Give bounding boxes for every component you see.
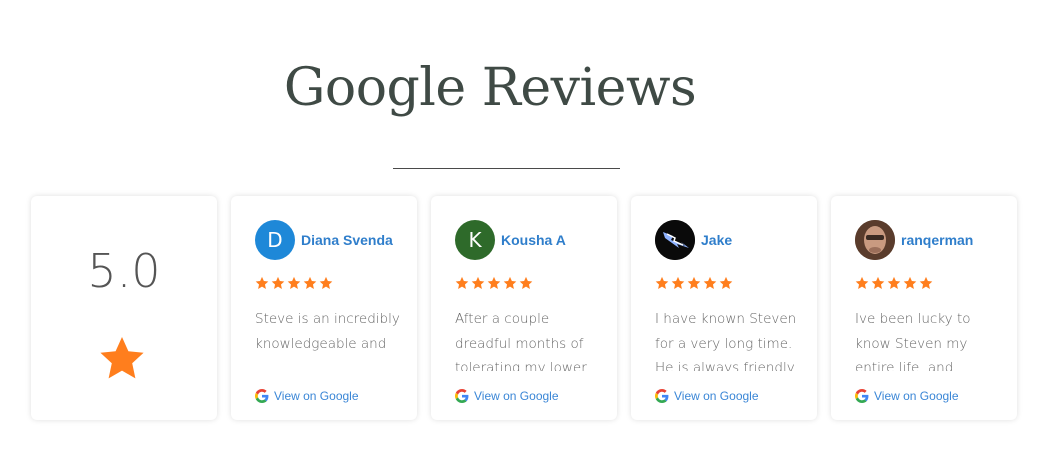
google-icon [455, 389, 469, 403]
google-icon [855, 389, 869, 403]
view-on-google-label[interactable]: View on Google [274, 389, 359, 403]
view-on-google-link[interactable]: View on Google [855, 389, 959, 403]
star-icon [471, 276, 485, 289]
google-icon [655, 389, 669, 403]
view-on-google-link[interactable]: View on Google [255, 389, 359, 403]
star-icon [487, 276, 501, 289]
star-icon [303, 276, 317, 289]
star-rating [655, 276, 733, 290]
reviewer-name[interactable]: Kousha A [501, 232, 566, 248]
avatar-photo [655, 220, 695, 260]
avatar[interactable] [655, 220, 695, 260]
star-icon [719, 276, 733, 289]
review-card: ranqerman Ive been lucky to know Steven … [831, 196, 1017, 420]
view-on-google-link[interactable]: View on Google [455, 389, 559, 403]
avatar[interactable] [855, 220, 895, 260]
reviewer-name[interactable]: ranqerman [901, 232, 973, 248]
view-on-google-label[interactable]: View on Google [674, 389, 759, 403]
avatar[interactable]: K [455, 220, 495, 260]
star-icon [919, 276, 933, 289]
star-icon [519, 276, 533, 289]
star-icon [287, 276, 301, 289]
rating-summary-card: 5.0 [31, 196, 217, 420]
star-rating [255, 276, 333, 290]
review-text: I have known Steven for a very long time… [655, 311, 797, 371]
avatar-letter: D [267, 228, 283, 252]
star-icon [503, 276, 517, 289]
star-icon [703, 276, 717, 289]
star-icon [319, 276, 333, 289]
avatar-letter: K [468, 228, 482, 252]
view-on-google-label[interactable]: View on Google [874, 389, 959, 403]
review-card: D Diana Svenda Steve is an incredibly kn… [231, 196, 417, 420]
star-icon [271, 276, 285, 289]
review-card: K Kousha A After a couple dreadful month… [431, 196, 617, 420]
star-icon [903, 276, 917, 289]
review-text: Steve is an incredibly knowledgeable and [255, 311, 400, 352]
star-icon [871, 276, 885, 289]
avatar[interactable]: D [255, 220, 295, 260]
title-divider [393, 168, 620, 169]
star-icon [100, 337, 144, 379]
page-title: Google Reviews [283, 58, 697, 118]
star-rating [855, 276, 933, 290]
overall-rating: 5.0 [87, 244, 161, 298]
review-card: Jake I have known Steven for a very long… [631, 196, 817, 420]
view-on-google-link[interactable]: View on Google [655, 389, 759, 403]
star-icon [655, 276, 669, 289]
reviewer-name[interactable]: Jake [701, 232, 732, 248]
star-rating [455, 276, 533, 290]
review-text: Ive been lucky to know Steven my entire … [855, 311, 971, 371]
star-icon [887, 276, 901, 289]
view-on-google-label[interactable]: View on Google [474, 389, 559, 403]
google-icon [255, 389, 269, 403]
star-icon [455, 276, 469, 289]
reviewer-name[interactable]: Diana Svenda [301, 232, 393, 248]
review-text: After a couple dreadful months of tolera… [455, 311, 587, 371]
star-icon [255, 276, 269, 289]
star-icon [687, 276, 701, 289]
star-icon [855, 276, 869, 289]
star-icon [671, 276, 685, 289]
avatar-photo [855, 220, 895, 260]
